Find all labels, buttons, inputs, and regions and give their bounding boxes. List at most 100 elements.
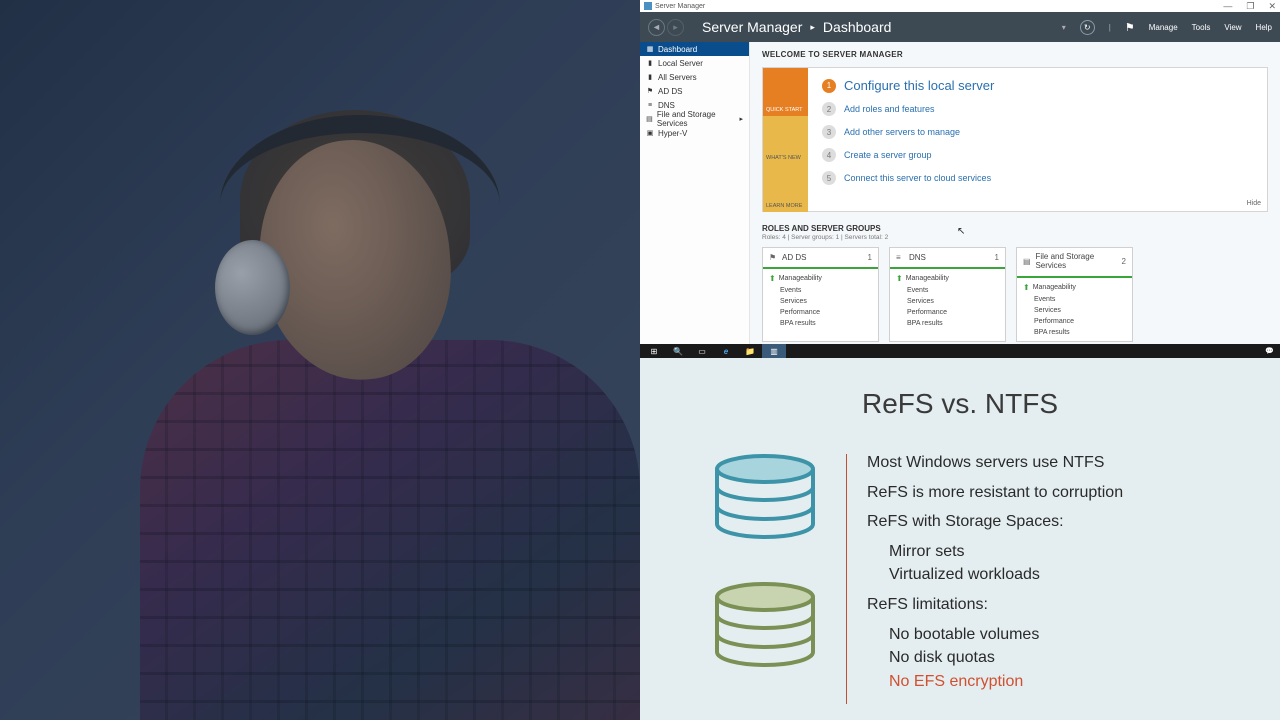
window-titlebar[interactable]: Server Manager — ❐ ✕: [640, 0, 1280, 12]
search-button[interactable]: 🔍: [666, 344, 690, 358]
roles-heading: ROLES AND SERVER GROUPS: [762, 224, 1268, 233]
sidebar-item-local-server[interactable]: ▮ Local Server: [640, 56, 749, 70]
step-configure[interactable]: 1Configure this local server: [822, 78, 1253, 93]
chevron-right-icon: ▸: [739, 115, 743, 123]
presentation-slide: ReFS vs. NTFS Most Windows servers use N…: [640, 358, 1280, 720]
vertical-divider: [846, 454, 847, 704]
database-top-icon: [710, 454, 820, 554]
menu-help[interactable]: Help: [1256, 23, 1272, 32]
sidebar-item-label: File and Storage Services: [657, 110, 736, 128]
system-tray[interactable]: 💬: [1265, 347, 1278, 355]
tile-adds[interactable]: ⚑AD DS1 ⬆Manageability Events Services P…: [762, 247, 879, 342]
main-content: WELCOME TO SERVER MANAGER QUICK START WH…: [750, 42, 1280, 357]
tile-count: 2: [1122, 257, 1126, 266]
refresh-button[interactable]: ↻: [1080, 20, 1095, 35]
step-number: 1: [822, 79, 836, 93]
notifications-flag-icon[interactable]: ⚑: [1125, 21, 1135, 34]
nav-back-button[interactable]: ◄: [648, 19, 665, 36]
tile-title: AD DS: [782, 253, 806, 262]
menu-manage[interactable]: Manage: [1149, 23, 1178, 32]
slide-title: ReFS vs. NTFS: [660, 388, 1260, 420]
windows-taskbar: ⊞ 🔍 ▭ e 📁 ▥ 💬: [640, 344, 1280, 358]
course-photo: [0, 0, 640, 720]
step-number: 4: [822, 148, 836, 162]
slide-line: ReFS with Storage Spaces:: [867, 511, 1260, 533]
app-header: ◄ ▸ Server Manager ▸ Dashboard ▾ ↻ | ⚑ M…: [640, 12, 1280, 42]
window-title: Server Manager: [655, 3, 705, 10]
roles-subtitle: Roles: 4 | Server groups: 1 | Servers to…: [762, 234, 1268, 241]
tab-whats-new[interactable]: WHAT'S NEW: [763, 116, 808, 164]
storage-icon: ▤: [646, 115, 653, 123]
tile-row-label: Services: [780, 298, 807, 305]
step-label: Create a server group: [844, 150, 932, 160]
tile-row-label: Services: [907, 298, 934, 305]
server-manager-taskbar-button[interactable]: ▥: [762, 344, 786, 358]
status-up-icon: ⬆: [769, 274, 776, 283]
maximize-button[interactable]: ❐: [1246, 1, 1254, 12]
step-label: Connect this server to cloud services: [844, 173, 991, 183]
tile-row-label: BPA results: [1034, 329, 1070, 336]
tile-row-label: Events: [907, 287, 928, 294]
breadcrumb: Server Manager ▸ Dashboard: [702, 19, 891, 35]
tile-file-storage[interactable]: ▤File and Storage Services2 ⬆Manageabili…: [1016, 247, 1133, 342]
tile-row-label: Events: [780, 287, 801, 294]
sidebar-item-label: All Servers: [658, 73, 697, 82]
dns-icon: ≡: [896, 253, 905, 262]
tab-quick-start[interactable]: QUICK START: [763, 68, 808, 116]
menu-tools[interactable]: Tools: [1192, 23, 1211, 32]
hyperv-icon: ▣: [646, 129, 654, 137]
sidebar-item-adds[interactable]: ⚑AD DS: [640, 84, 749, 98]
ie-button[interactable]: e: [714, 344, 738, 358]
role-tiles: ⚑AD DS1 ⬆Manageability Events Services P…: [762, 247, 1268, 342]
sidebar-item-label: Dashboard: [658, 45, 697, 54]
dashboard-icon: ▦: [646, 45, 654, 53]
step-label: Add other servers to manage: [844, 127, 960, 137]
storage-icon: ▤: [1023, 257, 1031, 266]
close-button[interactable]: ✕: [1268, 1, 1276, 12]
slide-line: Most Windows servers use NTFS: [867, 452, 1260, 474]
step-create-group[interactable]: 4 Create a server group: [822, 148, 1253, 162]
tile-row-label: Events: [1034, 296, 1055, 303]
welcome-heading: WELCOME TO SERVER MANAGER: [762, 50, 1268, 59]
slide-subline: Virtualized workloads: [867, 564, 1260, 586]
slide-subline: Mirror sets: [867, 541, 1260, 563]
hide-link[interactable]: Hide: [1247, 200, 1261, 207]
server-manager-window: Server Manager — ❐ ✕ ◄ ▸ Server Manager …: [640, 0, 1280, 357]
step-add-servers[interactable]: 3Add other servers to manage: [822, 125, 1253, 139]
app-icon: [644, 2, 652, 10]
slide-line: ReFS limitations:: [867, 594, 1260, 616]
nav-sidebar: ▦ Dashboard ▮ Local Server ▮All Servers ⚑A…: [640, 42, 750, 357]
tile-title: File and Storage Services: [1035, 253, 1121, 271]
database-bottom-icon: [710, 582, 820, 682]
sidebar-item-dashboard[interactable]: ▦ Dashboard: [640, 42, 749, 56]
sidebar-item-hyperv[interactable]: ▣Hyper-V: [640, 126, 749, 140]
notification-icon[interactable]: 💬: [1265, 347, 1274, 355]
step-connect-cloud[interactable]: 5 Connect this server to cloud services: [822, 171, 1253, 185]
menu-view[interactable]: View: [1224, 23, 1241, 32]
sidebar-item-file-storage[interactable]: ▤ File and Storage Services▸: [640, 112, 749, 126]
step-add-roles[interactable]: 2Add roles and features: [822, 102, 1253, 116]
dns-icon: ≡: [646, 101, 654, 109]
database-icons-column: [710, 448, 820, 682]
status-up-icon: ⬆: [896, 274, 903, 283]
slide-subline-highlight: No EFS encryption: [867, 671, 1260, 693]
sidebar-item-label: Local Server: [658, 59, 703, 68]
breadcrumb-root[interactable]: Server Manager: [702, 19, 802, 35]
tile-count: 1: [995, 253, 999, 262]
nav-forward-button[interactable]: ▸: [667, 19, 684, 36]
minimize-button[interactable]: —: [1223, 1, 1232, 12]
slide-line: ReFS is more resistant to corruption: [867, 482, 1260, 504]
slide-subline: No bootable volumes: [867, 624, 1260, 646]
tile-row-label: Performance: [780, 309, 820, 316]
adds-icon: ⚑: [769, 253, 778, 262]
server-icon: ▮: [646, 59, 654, 67]
sidebar-item-all-servers[interactable]: ▮All Servers: [640, 70, 749, 84]
start-button[interactable]: ⊞: [642, 344, 666, 358]
tile-dns[interactable]: ≡DNS1 ⬆Manageability Events Services Per…: [889, 247, 1006, 342]
breadcrumb-current: Dashboard: [823, 19, 892, 35]
task-view-button[interactable]: ▭: [690, 344, 714, 358]
tile-title: DNS: [909, 253, 926, 262]
tab-learn-more[interactable]: LEARN MORE: [763, 164, 808, 212]
step-number: 5: [822, 171, 836, 185]
explorer-button[interactable]: 📁: [738, 344, 762, 358]
